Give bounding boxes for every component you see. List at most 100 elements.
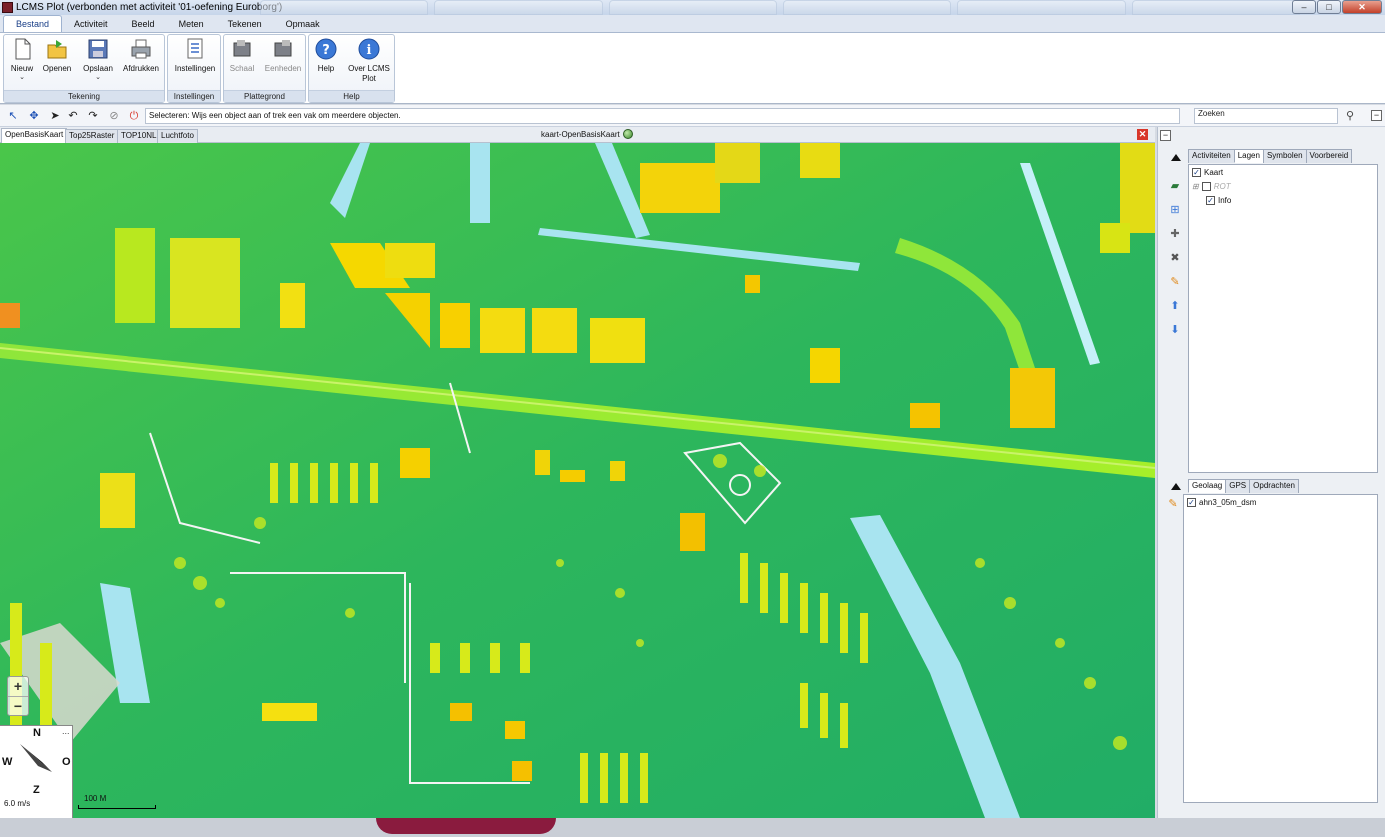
units-icon (274, 40, 292, 57)
menu-activiteit[interactable]: Activiteit (62, 16, 120, 32)
help-button[interactable]: ? Help (312, 37, 340, 74)
scale-button[interactable]: Schaal (227, 37, 257, 74)
minimize-button[interactable]: – (1292, 0, 1316, 14)
pan-tool-icon[interactable]: ✥ (27, 109, 41, 123)
chevron-down-icon: ⌄ (95, 74, 101, 81)
menu-opmaak[interactable]: Opmaak (274, 16, 332, 32)
open-label: Openen (42, 64, 72, 73)
water-channel (470, 143, 490, 223)
help-icon: ? (315, 38, 337, 60)
collapse-toolbar-button[interactable]: − (1371, 110, 1382, 121)
scale-label: 100 M (84, 794, 107, 803)
layer-row-kaart[interactable]: ✓ Kaart (1192, 168, 1223, 177)
background-tab (434, 0, 603, 15)
help-label: Help (317, 64, 335, 73)
save-label: Opslaan (83, 64, 113, 73)
tab-symbolen[interactable]: Symbolen (1262, 149, 1307, 163)
add-layer-icon[interactable]: ⊞ (1168, 203, 1182, 217)
layer-row-rot[interactable]: ⊞ ROT (1192, 182, 1231, 191)
tab-voorbereid[interactable]: Voorbereid (1305, 149, 1353, 163)
collapse-panel-button[interactable]: − (1160, 130, 1171, 141)
layer-tools: ▰ ⊞ ✚ ✖ ✎ ⬆ ⬇ (1168, 179, 1182, 347)
wind-speed: 6.0 m/s (4, 799, 31, 808)
tab-lagen[interactable]: Lagen (1233, 149, 1264, 163)
tab-openbasiskaart[interactable]: OpenBasisKaart (1, 128, 68, 143)
edit-pencil-icon[interactable]: ✎ (1166, 497, 1180, 511)
checkbox[interactable]: ✓ (1206, 196, 1215, 205)
menu-beeld[interactable]: Beeld (120, 16, 167, 32)
tab-top10nl[interactable]: TOP10NL (117, 129, 161, 143)
redo-icon[interactable]: ↷ (86, 109, 100, 123)
tab-activiteiten[interactable]: Activiteiten (1188, 149, 1235, 163)
background-tab (957, 0, 1126, 15)
telescope-icon[interactable]: ⚲ (1343, 109, 1357, 123)
zoom-out-button[interactable]: − (8, 696, 28, 715)
layer-stack-icon[interactable]: ▰ (1168, 179, 1182, 193)
map-caption: kaart-OpenBasisKaart (541, 130, 620, 139)
window-title: LCMS Plot (verbonden met activiteit '01-… (16, 2, 283, 13)
triangle-up-icon[interactable] (1171, 483, 1181, 490)
units-button[interactable]: Eenheden (262, 37, 304, 74)
window-controls: – □ ✕ (1292, 0, 1382, 14)
wind-compass: N W O Z ... 6.0 m/s (0, 725, 73, 818)
settings-button[interactable]: Instellingen (171, 37, 219, 74)
open-folder-icon (47, 40, 67, 59)
new-button[interactable]: Nieuw ⌄ (8, 37, 36, 81)
compass-east: O (62, 756, 71, 768)
scale-bar: 100 M (78, 794, 158, 812)
background-tab (260, 0, 429, 15)
menu-meten[interactable]: Meten (167, 16, 216, 32)
move-icon[interactable]: ✚ (1168, 227, 1182, 241)
save-button[interactable]: Opslaan ⌄ (80, 37, 116, 81)
checkbox[interactable] (1201, 182, 1211, 191)
background-tab (1131, 0, 1300, 15)
menu-bestand[interactable]: Bestand (3, 15, 63, 32)
elevation-map[interactable] (0, 143, 1155, 818)
tab-gps[interactable]: GPS (1225, 479, 1251, 493)
clear-icon[interactable]: ⊘ (107, 109, 121, 123)
checkbox[interactable]: ✓ (1187, 498, 1196, 507)
geolayer-label: ahn3_05m_dsm (1199, 498, 1257, 507)
bottom-strip (0, 818, 1385, 837)
pointer-tool-icon[interactable]: ➤ (48, 109, 62, 123)
move-up-icon[interactable]: ⬆ (1168, 299, 1182, 313)
open-button[interactable]: Openen (42, 37, 72, 74)
chevron-down-icon: ⌄ (19, 74, 25, 81)
delete-icon[interactable]: ✖ (1168, 251, 1182, 265)
move-down-icon[interactable]: ⬇ (1168, 323, 1182, 337)
expand-icon[interactable]: ⊞ (1192, 182, 1199, 191)
tab-geolaag[interactable]: Geolaag (1188, 479, 1227, 493)
search-input[interactable]: Zoeken (1194, 108, 1338, 124)
geolayer-list: ✓ ahn3_05m_dsm (1183, 494, 1378, 803)
menu-tekenen[interactable]: Tekenen (216, 16, 274, 32)
tab-top25raster[interactable]: Top25Raster (65, 129, 119, 143)
group-label-instellingen: Instellingen (168, 90, 220, 102)
layer-row-info[interactable]: ✓ Info (1206, 196, 1231, 205)
checkbox[interactable]: ✓ (1192, 168, 1201, 177)
triangle-up-icon[interactable] (1171, 154, 1181, 161)
print-button[interactable]: Afdrukken (121, 37, 161, 74)
stop-icon[interactable]: ⏻ (127, 109, 141, 123)
units-label: Eenheden (264, 64, 302, 73)
about-label: Over LCMS Plot (348, 64, 390, 83)
close-button[interactable]: ✕ (1342, 0, 1382, 14)
taskbar-fragment (376, 818, 556, 834)
layer-label: Kaart (1204, 168, 1224, 177)
group-label-plattegrond: Plattegrond (224, 90, 305, 102)
ribbon-group-plattegrond: Schaal Eenheden Plattegrond (223, 34, 306, 103)
tab-opdrachten[interactable]: Opdrachten (1249, 479, 1299, 493)
zoom-in-button[interactable]: + (8, 677, 28, 696)
undo-icon[interactable]: ↶ (66, 109, 80, 123)
maximize-button[interactable]: □ (1317, 0, 1341, 14)
edit-pencil-icon[interactable]: ✎ (1168, 275, 1182, 289)
geolayer-row[interactable]: ✓ ahn3_05m_dsm (1187, 498, 1256, 507)
close-map-icon[interactable]: ✕ (1137, 129, 1148, 140)
select-tool-icon[interactable]: ↖ (6, 109, 20, 123)
svg-text:i: i (367, 43, 372, 58)
compass-more-button[interactable]: ... (62, 726, 70, 736)
tab-luchtfoto[interactable]: Luchtfoto (157, 129, 198, 143)
scale-label: Schaal (229, 64, 255, 73)
map-view[interactable]: + − N W O Z ... 6.0 m/s 100 M (0, 143, 1155, 818)
group-label-help: Help (309, 90, 394, 102)
about-button[interactable]: i Over LCMS Plot (345, 37, 393, 84)
